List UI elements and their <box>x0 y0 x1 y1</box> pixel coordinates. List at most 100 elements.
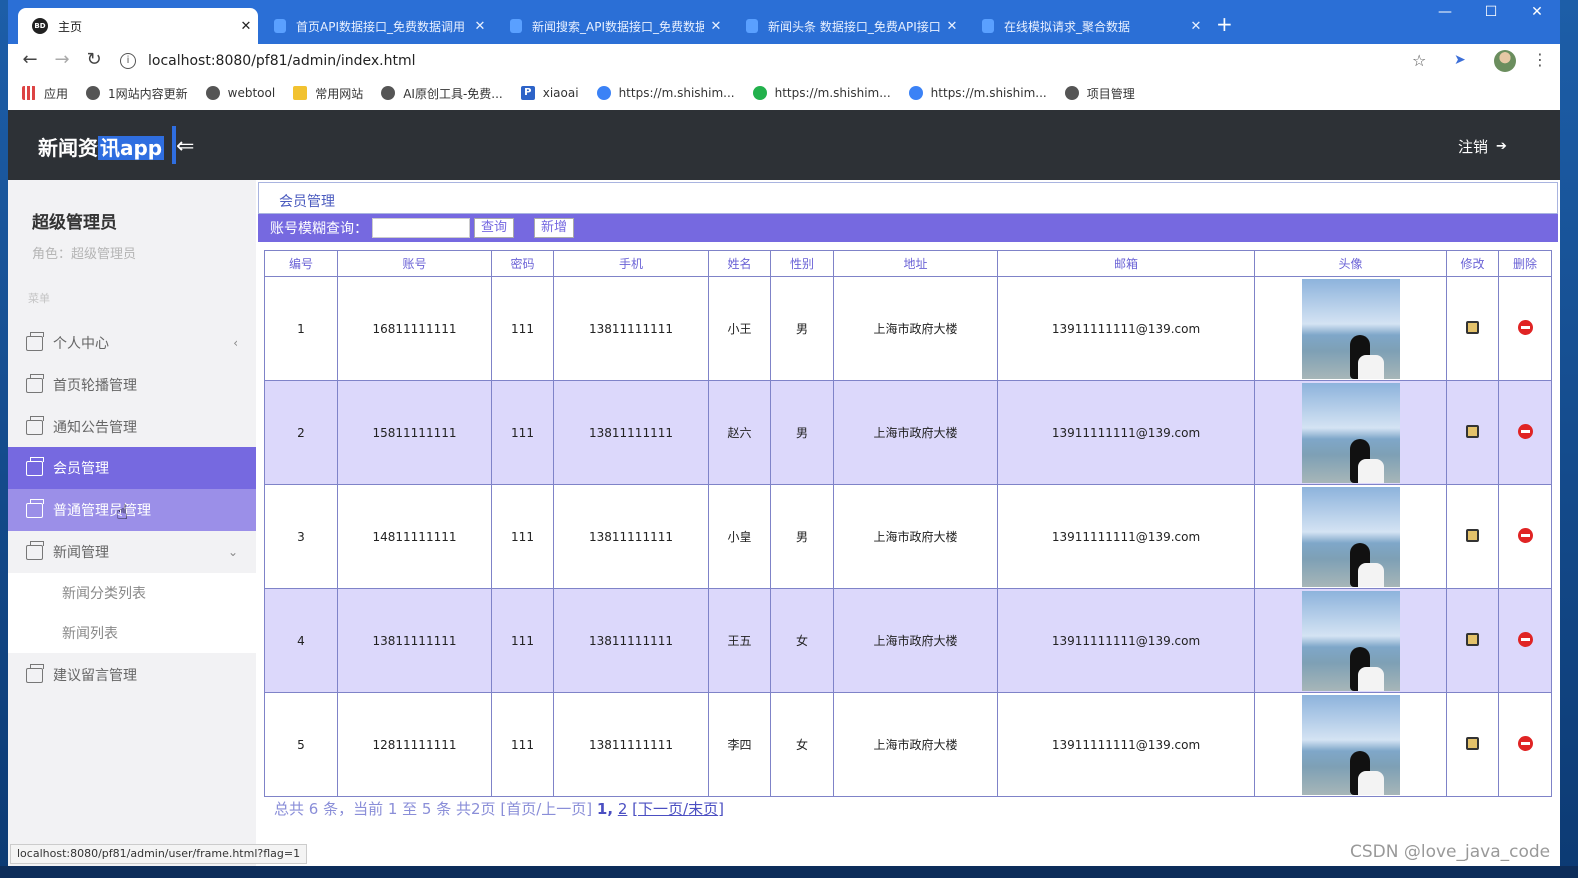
logout-button[interactable]: 注销 ➔ <box>1458 136 1507 157</box>
account-search-input[interactable] <box>372 218 470 238</box>
bookmark-item[interactable]: webtool <box>205 86 275 100</box>
edit-icon[interactable] <box>1466 632 1479 646</box>
query-button[interactable]: 查询 <box>474 218 515 238</box>
bookmark-item[interactable]: https://m.shishim... <box>752 86 891 100</box>
new-tab-button[interactable]: + <box>1216 12 1233 36</box>
site-info-icon[interactable]: i <box>120 53 136 69</box>
browser-menu-icon[interactable]: ⋮ <box>1532 50 1548 69</box>
page-2-link[interactable]: 2 <box>618 800 628 818</box>
delete-icon[interactable] <box>1517 735 1533 751</box>
bookmark-apps[interactable]: 应用 <box>22 85 68 102</box>
column-header: 编号 <box>264 250 338 277</box>
column-header: 姓名 <box>708 250 771 277</box>
close-window-icon[interactable]: ✕ <box>1522 4 1552 20</box>
cell-avatar <box>1254 588 1447 693</box>
cell-account: 13811111111 <box>337 588 492 693</box>
sidebar-item-feedback[interactable]: 建议留言管理 <box>8 654 256 696</box>
close-tab-icon[interactable]: ✕ <box>704 19 728 34</box>
tab-home[interactable]: BD 主页 ✕ <box>18 8 258 44</box>
globe-icon <box>1064 86 1079 100</box>
delete-icon[interactable] <box>1517 423 1533 439</box>
bookmark-star-icon[interactable]: ☆ <box>1412 51 1426 70</box>
tab-news-search[interactable]: 新闻搜索_API数据接口_免费数据 ✕ <box>496 8 728 44</box>
globe-icon <box>86 86 101 100</box>
globe-icon <box>381 86 396 100</box>
close-tab-icon[interactable]: ✕ <box>468 19 492 34</box>
tab-news-headline[interactable]: 新闻头条 数据接口_免费API接口 ✕ <box>732 8 964 44</box>
table-row: 3 14811111111 111 13811111111 小皇 男 上海市政府… <box>264 484 1552 589</box>
link-status-bar: localhost:8080/pf81/admin/user/frame.htm… <box>10 844 308 864</box>
cell-email: 13911111111@139.com <box>997 276 1255 381</box>
back-icon[interactable]: ← <box>18 49 42 70</box>
pager-first-prev: [首页/上一页] <box>500 800 593 818</box>
pager-summary: 总共 6 条，当前 1 至 5 条 共2页 <box>274 800 496 818</box>
edit-icon[interactable] <box>1466 320 1479 334</box>
delete-icon[interactable] <box>1517 527 1533 543</box>
tab-online-request[interactable]: 在线模拟请求_聚合数据 ✕ <box>968 8 1208 44</box>
cell-phone: 13811111111 <box>553 380 709 485</box>
bookmark-folder[interactable]: 常用网站 <box>293 85 363 102</box>
bookmark-item[interactable]: https://m.shishim... <box>908 86 1047 100</box>
desktop: BD 主页 ✕ 首页API数据接口_免费数据调用 ✕ 新闻搜索_API数据接口_… <box>0 0 1578 878</box>
sidebar-item-admins[interactable]: 普通管理员管理 <box>8 489 256 531</box>
close-tab-icon[interactable]: ✕ <box>940 19 964 34</box>
minimize-icon[interactable]: — <box>1430 4 1460 20</box>
next-page-link[interactable]: 下一页 <box>638 800 683 818</box>
browser-window: BD 主页 ✕ 首页API数据接口_免费数据调用 ✕ 新闻搜索_API数据接口_… <box>8 0 1560 866</box>
sidebar-item-news[interactable]: 新闻管理 ⌄ <box>8 531 256 573</box>
cell-edit <box>1446 588 1499 693</box>
add-button[interactable]: 新增 <box>534 218 575 238</box>
bookmark-item[interactable]: AI原创工具-免费... <box>381 85 503 102</box>
cell-gender: 男 <box>770 276 834 381</box>
column-header: 头像 <box>1254 250 1447 277</box>
forward-icon[interactable]: → <box>50 49 74 70</box>
site-c-icon <box>908 86 923 100</box>
cell-address: 上海市政府大楼 <box>833 692 998 797</box>
cell-name: 小王 <box>708 276 771 381</box>
sidebar-item-notice[interactable]: 通知公告管理 <box>8 406 256 448</box>
table-row: 4 13811111111 111 13811111111 王五 女 上海市政府… <box>264 588 1552 693</box>
window-icon <box>26 456 44 476</box>
maximize-icon[interactable]: ☐ <box>1476 4 1506 20</box>
close-tab-icon[interactable]: ✕ <box>1184 19 1208 34</box>
bookmark-item[interactable]: 项目管理 <box>1064 85 1135 102</box>
cell-delete <box>1498 484 1552 589</box>
delete-icon[interactable] <box>1517 319 1533 335</box>
sidebar-item-banner[interactable]: 首页轮播管理 <box>8 364 256 406</box>
edit-icon[interactable] <box>1466 528 1479 542</box>
extension-icon[interactable]: ➤ <box>1454 52 1466 68</box>
cell-account: 12811111111 <box>337 692 492 797</box>
edit-icon[interactable] <box>1466 424 1479 438</box>
cell-address: 上海市政府大楼 <box>833 484 998 589</box>
cell-id: 2 <box>264 380 338 485</box>
close-tab-icon[interactable]: ✕ <box>234 19 258 34</box>
avatar-image <box>1301 382 1400 483</box>
cell-account: 16811111111 <box>337 276 492 381</box>
sidebar-item-members[interactable]: 会员管理 <box>8 447 256 489</box>
cell-password: 111 <box>491 588 554 693</box>
bookmark-item[interactable]: Pxiaoai <box>520 86 579 100</box>
sidebar-subitem-news-category[interactable]: 新闻分类列表 <box>8 573 256 613</box>
bookmark-item[interactable]: 1网站内容更新 <box>86 85 188 102</box>
bookmark-item[interactable]: https://m.shishim... <box>596 86 735 100</box>
search-label: 账号模糊查询： <box>270 221 368 237</box>
edit-icon[interactable] <box>1466 736 1479 750</box>
tab-api-home[interactable]: 首页API数据接口_免费数据调用 ✕ <box>260 8 492 44</box>
tab-title: 主页 <box>58 19 83 34</box>
last-page-link[interactable]: 末页 <box>688 800 718 818</box>
cell-delete <box>1498 588 1552 693</box>
cell-password: 111 <box>491 380 554 485</box>
tab-title: 新闻搜索_API数据接口_免费数据 <box>532 19 704 34</box>
sidebar-item-personal-center[interactable]: 个人中心 ‹ <box>8 322 256 364</box>
menu-collapse-icon[interactable]: ⇐ <box>176 134 194 159</box>
url-field[interactable]: i localhost:8080/pf81/admin/index.html <box>120 49 1460 73</box>
reload-icon[interactable]: ↻ <box>82 49 106 70</box>
delete-icon[interactable] <box>1517 631 1533 647</box>
profile-avatar[interactable] <box>1494 50 1516 72</box>
cell-address: 上海市政府大楼 <box>833 276 998 381</box>
cell-gender: 男 <box>770 380 834 485</box>
cell-email: 13911111111@139.com <box>997 588 1255 693</box>
sidebar-subitem-news-list[interactable]: 新闻列表 <box>8 613 256 653</box>
table-row: 5 12811111111 111 13811111111 李四 女 上海市政府… <box>264 692 1552 797</box>
cell-address: 上海市政府大楼 <box>833 380 998 485</box>
